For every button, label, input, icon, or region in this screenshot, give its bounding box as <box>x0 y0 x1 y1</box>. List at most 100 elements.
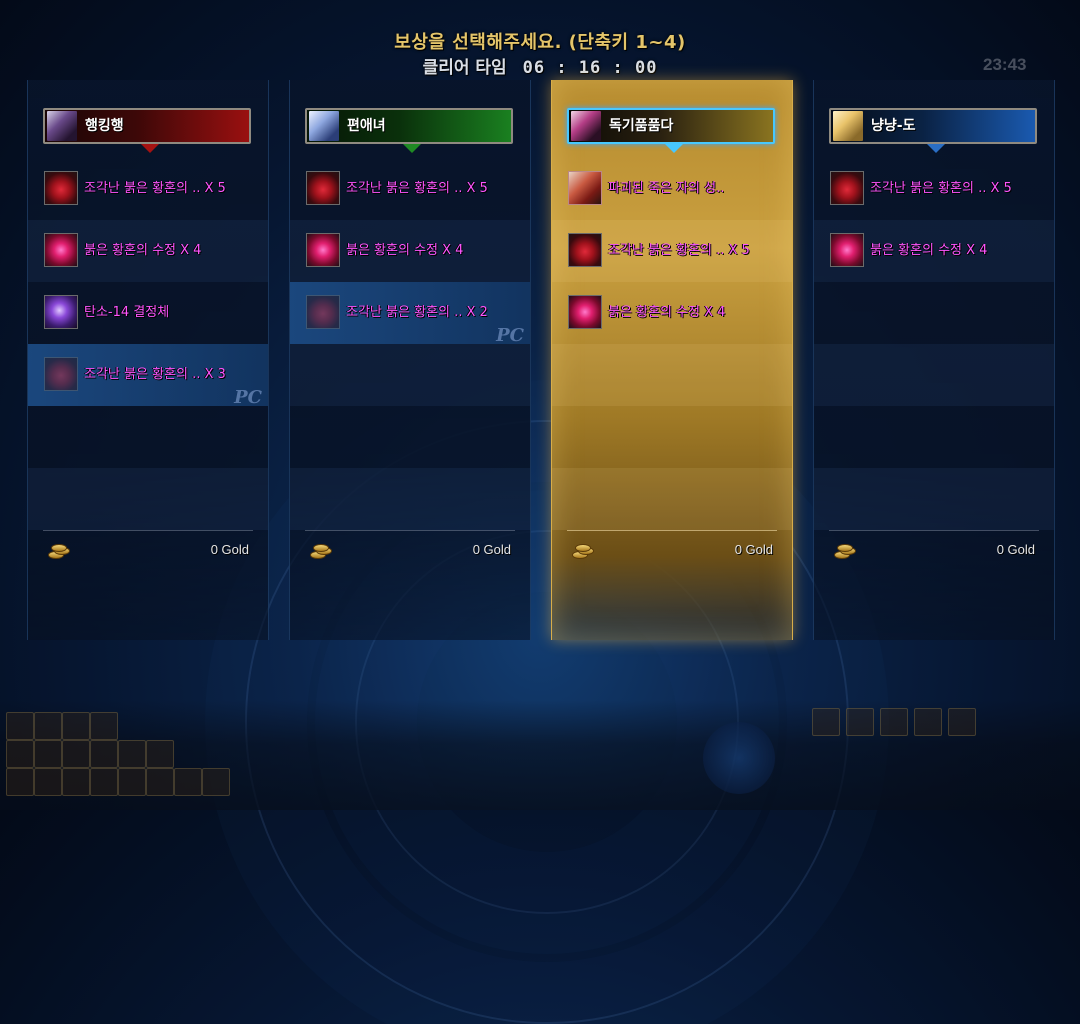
reward-item-label: 붉은 황혼의 수정 X 4 <box>346 243 464 258</box>
empty-reward-row <box>28 468 268 530</box>
reward-column-2[interactable]: 편애녀 조각난 붉은 황혼의 .. X 5 붉은 황혼의 수정 X 4 조각난 붉은 … <box>289 80 531 640</box>
reward-item-label: 탄소-14 결정체 <box>84 305 170 320</box>
hud-slot-icon <box>880 708 908 736</box>
reward-item-row[interactable]: 붉은 황혼의 수정 X 4 <box>290 220 530 282</box>
gold-coin-icon <box>310 544 332 559</box>
reward-item-row[interactable]: 파괴된 죽은 자의 성.. <box>552 158 792 220</box>
hud-slot-icon <box>6 740 34 768</box>
empty-reward-row <box>552 468 792 530</box>
reward-item-label: 붉은 황혼의 수정 X 4 <box>608 305 726 320</box>
gold-row: 0 Gold <box>567 530 777 569</box>
gold-row: 0 Gold <box>829 530 1039 569</box>
hud-slot-icon <box>62 740 90 768</box>
player-name-bar: 독기품품다 <box>567 108 775 153</box>
player-name: 냥냥-도 <box>871 118 916 134</box>
player-bar-notch <box>927 144 945 153</box>
reward-item-row[interactable]: 조각난 붉은 황혼의 .. X 5 <box>28 158 268 220</box>
red-shard-icon <box>44 357 78 391</box>
gold-amount: 0 Gold <box>734 542 773 557</box>
empty-reward-row <box>552 406 792 468</box>
reward-item-row[interactable]: 붉은 황혼의 수정 X 4 <box>814 220 1054 282</box>
reward-item-label: 조각난 붉은 황혼의 .. X 5 <box>346 181 488 196</box>
empty-reward-row <box>552 344 792 406</box>
pc-mark: PC <box>496 325 524 346</box>
reward-column-1[interactable]: 행킹행조각난 붉은 황혼의 .. X 5 붉은 황혼의 수정 X 4 탄소-14 결… <box>27 80 269 640</box>
red-crystal-icon <box>44 233 78 267</box>
empty-reward-row <box>814 468 1054 530</box>
hud-slot-icon <box>6 768 34 796</box>
reward-list: 조각난 붉은 황혼의 .. X 5 붉은 황혼의 수정 X 4 탄소-14 결정체조… <box>28 158 268 530</box>
red-crystal-icon <box>830 233 864 267</box>
clear-time-row: 클리어 타임 06 : 16 : 00 <box>0 56 1080 80</box>
reward-item-label: 조각난 붉은 황혼의 .. X 2 <box>346 305 488 320</box>
player-name-bar: 행킹행 <box>43 108 251 153</box>
empty-reward-row <box>290 344 530 406</box>
gold-amount: 0 Gold <box>210 542 249 557</box>
hud-slot-icon <box>146 768 174 796</box>
hud-slot-icon <box>90 712 118 740</box>
red-shard-icon <box>44 171 78 205</box>
empty-reward-row <box>28 406 268 468</box>
red-crystal-icon <box>568 295 602 329</box>
empty-reward-row <box>814 406 1054 468</box>
broken-book-icon <box>568 171 602 205</box>
gold-coin-icon <box>834 544 856 559</box>
gold-row: 0 Gold <box>305 530 515 569</box>
reward-item-row[interactable]: 조각난 붉은 황혼의 .. X 5 <box>552 220 792 282</box>
gold-coin-icon <box>48 544 70 559</box>
reward-item-row[interactable]: 붉은 황혼의 수정 X 4 <box>28 220 268 282</box>
hud-slot-icon <box>90 740 118 768</box>
reward-column-4[interactable]: 냥냥-도조각난 붉은 황혼의 .. X 5 붉은 황혼의 수정 X 4 0 Gold <box>813 80 1055 640</box>
reward-item-row[interactable]: 조각난 붉은 황혼의 .. X 3 PC <box>28 344 268 408</box>
hud-slot-icon <box>118 740 146 768</box>
reward-item-label: 붉은 황혼의 수정 X 4 <box>84 243 202 258</box>
clear-time-value: 06 : 16 : 00 <box>522 58 658 78</box>
hud-orb-icon <box>703 722 775 794</box>
player-name-bar: 냥냥-도 <box>829 108 1037 153</box>
reward-list: 파괴된 죽은 자의 성.. 조각난 붉은 황혼의 .. X 5 붉은 황혼의 수정 … <box>552 158 792 530</box>
reward-item-label: 조각난 붉은 황혼의 .. X 5 <box>84 181 226 196</box>
reward-item-label: 조각난 붉은 황혼의 .. X 5 <box>870 181 1012 196</box>
reward-item-row[interactable]: 조각난 붉은 황혼의 .. X 2 PC <box>290 282 530 346</box>
reward-list: 조각난 붉은 황혼의 .. X 5 붉은 황혼의 수정 X 4 <box>814 158 1054 530</box>
empty-reward-row <box>814 344 1054 406</box>
reward-item-row[interactable]: 붉은 황혼의 수정 X 4 <box>552 282 792 344</box>
player-bar-notch <box>403 144 421 153</box>
empty-reward-row <box>814 282 1054 344</box>
red-shard-icon <box>830 171 864 205</box>
hud-slot-icon <box>34 740 62 768</box>
player-bar-notch <box>141 144 159 153</box>
reward-list: 조각난 붉은 황혼의 .. X 5 붉은 황혼의 수정 X 4 조각난 붉은 황혼의… <box>290 158 530 530</box>
hud-slot-icon <box>812 708 840 736</box>
hud-slot-icon <box>6 712 34 740</box>
pc-mark: PC <box>234 387 262 408</box>
player-name: 편애녀 <box>347 118 386 134</box>
hud-slot-icon <box>146 740 174 768</box>
hud-slot-icon <box>62 712 90 740</box>
player-name-bar: 편애녀 <box>305 108 513 153</box>
tanso-crystal-icon <box>44 295 78 329</box>
hud-slot-icon <box>948 708 976 736</box>
player-name: 행킹행 <box>85 118 124 134</box>
reward-item-row[interactable]: 탄소-14 결정체 <box>28 282 268 344</box>
reward-item-label: 조각난 붉은 황혼의 .. X 3 <box>84 367 226 382</box>
hud-slot-icon <box>90 768 118 796</box>
red-shard-icon <box>306 171 340 205</box>
red-shard-icon <box>568 233 602 267</box>
hud-slot-icon <box>846 708 874 736</box>
reward-title: 보상을 선택해주세요. (단축키 1~4) <box>394 32 686 53</box>
gold-amount: 0 Gold <box>472 542 511 557</box>
character-portrait-icon <box>309 111 339 141</box>
character-portrait-icon <box>47 111 77 141</box>
reward-item-row[interactable]: 조각난 붉은 황혼의 .. X 5 <box>290 158 530 220</box>
clear-time-label: 클리어 타임 <box>422 58 507 78</box>
reward-item-label: 붉은 황혼의 수정 X 4 <box>870 243 988 258</box>
reward-item-row[interactable]: 조각난 붉은 황혼의 .. X 5 <box>814 158 1054 220</box>
reward-item-label: 파괴된 죽은 자의 성.. <box>608 181 725 196</box>
character-portrait-icon <box>833 111 863 141</box>
reward-column-3[interactable]: 독기품품다파괴된 죽은 자의 성.. 조각난 붉은 황혼의 .. X 5 붉은 황혼… <box>551 80 793 640</box>
hud-slot-icon <box>914 708 942 736</box>
hud-slot-icon <box>202 768 230 796</box>
hud-slot-icon <box>62 768 90 796</box>
character-portrait-icon <box>571 111 601 141</box>
